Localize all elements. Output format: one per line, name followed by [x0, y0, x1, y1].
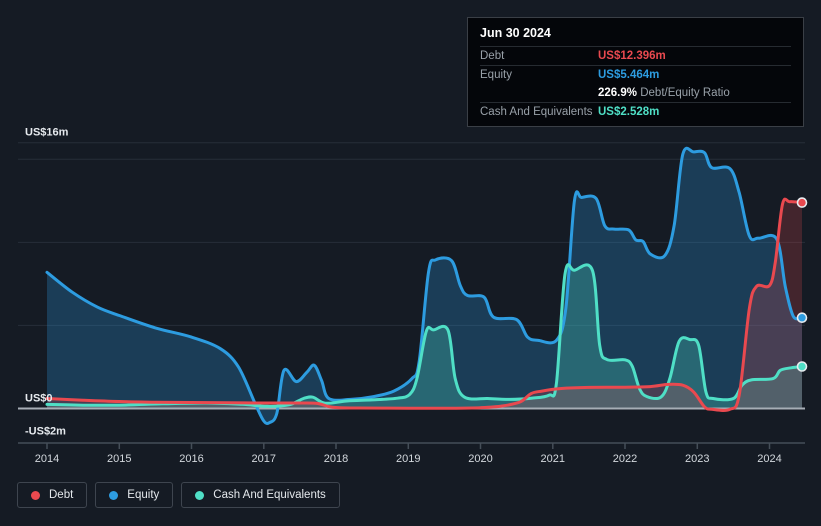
cash-legend-dot-icon [195, 490, 205, 500]
tooltip-equity-value: US$5.464m [598, 69, 660, 81]
x-axis-year-label: 2021 [541, 453, 565, 465]
debt-to-equity-history-chart: 2014 2015 2016 2017 2018 2019 2020 2021 2022 2023… [0, 0, 821, 526]
legend-equity-label: Equity [127, 489, 160, 501]
tooltip-date: Jun 30 2024 [480, 26, 551, 40]
legend-cash-label: Cash And Equivalents [213, 489, 326, 501]
tooltip-row-equity: Equity US$5.464m [480, 65, 791, 84]
tooltip-ratio: 226.9% Debt/Equity Ratio [598, 87, 730, 99]
x-axis-year-label: 2015 [107, 453, 131, 465]
x-axis-year-label: 2014 [35, 453, 59, 465]
debt-end-marker [796, 197, 808, 208]
equity-legend-dot-icon [109, 490, 119, 500]
chart-tooltip: Jun 30 2024 Debt US$12.396m Equity US$5.… [467, 17, 804, 127]
x-axis-year-label: 2016 [179, 453, 203, 465]
x-axis-year-label: 2018 [324, 453, 348, 465]
cash-and-equivalents-end-marker [796, 361, 808, 372]
tooltip-row-cash: Cash And Equivalents US$2.528m [480, 102, 791, 121]
chart-legend: Debt Equity Cash And Equivalents [17, 482, 340, 508]
x-axis: 2014 2015 2016 2017 2018 2019 2020 2021 2022 2023… [18, 442, 805, 465]
x-axis-year-label: 2023 [685, 453, 709, 465]
tooltip-cash-label: Cash And Equivalents [480, 106, 593, 118]
y-axis-label: -US$2m [25, 426, 66, 438]
tooltip-ratio-value: 226.9% [598, 87, 638, 99]
series-areas [47, 148, 802, 424]
tooltip-equity-label: Equity [480, 69, 512, 81]
tooltip-debt-value: US$12.396m [598, 50, 666, 62]
tooltip-row-debt: Debt US$12.396m [480, 46, 791, 65]
tooltip-ratio-label: Debt/Equity Ratio [640, 87, 730, 99]
equity-end-marker [796, 312, 808, 324]
tooltip-cash-value: US$2.528m [598, 106, 660, 118]
x-axis-year-label: 2020 [468, 453, 492, 465]
tooltip-debt-label: Debt [480, 50, 505, 62]
y-axis-label: US$16m [25, 127, 69, 139]
legend-item-cash[interactable]: Cash And Equivalents [181, 482, 340, 508]
debt-legend-dot-icon [31, 490, 40, 500]
x-axis-year-label: 2017 [252, 453, 276, 465]
legend-debt-label: Debt [49, 489, 74, 501]
tooltip-row-ratio: 226.9% Debt/Equity Ratio [480, 84, 791, 102]
x-axis-year-label: 2022 [613, 453, 637, 465]
y-axis-label: US$0 [25, 393, 53, 405]
x-axis-year-label: 2019 [396, 453, 420, 465]
x-axis-year-label: 2024 [757, 453, 781, 465]
legend-item-debt[interactable]: Debt [17, 482, 88, 508]
legend-item-equity[interactable]: Equity [95, 482, 174, 508]
